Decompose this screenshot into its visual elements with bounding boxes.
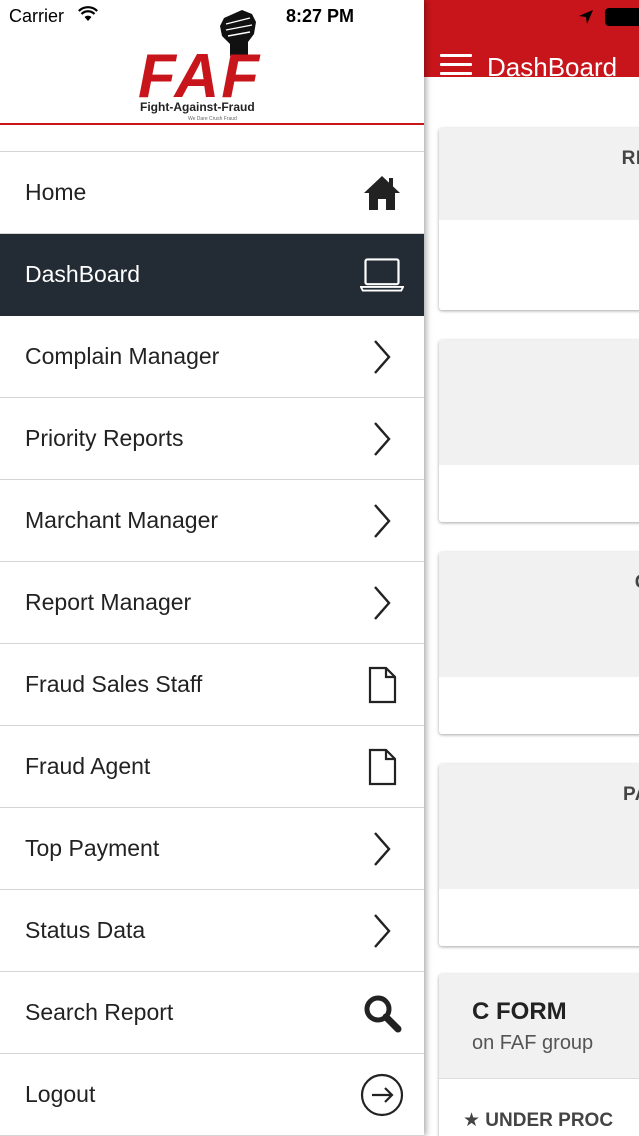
card-header: T	[439, 340, 639, 465]
chevron-right-icon	[360, 581, 404, 625]
menu-item-home[interactable]: Home	[0, 152, 424, 234]
document-icon	[360, 663, 404, 707]
menu-item-priority-reports[interactable]: Priority Reports	[0, 398, 424, 480]
menu-item-label: Fraud Sales Staff	[25, 671, 203, 697]
menu-item-label: Status Data	[25, 917, 146, 943]
menu-item-label: Fraud Agent	[25, 753, 151, 779]
menu-item-label: Priority Reports	[25, 425, 184, 451]
drawer-menu: Home DashBoard Complain Manager Priority…	[0, 152, 424, 1136]
wifi-icon	[78, 6, 98, 21]
card-title: C	[635, 572, 639, 594]
menu-item-top-payment[interactable]: Top Payment	[0, 808, 424, 890]
chevron-right-icon	[360, 417, 404, 461]
logo-divider	[0, 123, 424, 125]
cform-title: C FORM	[472, 998, 567, 1025]
main-header: DashBoard	[424, 0, 639, 82]
location-arrow-icon	[579, 10, 593, 24]
logo-text: FAF	[138, 42, 262, 111]
cform-subtitle: on FAF group	[472, 1032, 594, 1054]
hamburger-menu-button[interactable]	[440, 54, 472, 76]
clock: 8:27 PM	[286, 6, 355, 26]
carrier-label: Carrier	[9, 6, 65, 26]
chevron-right-icon	[360, 335, 404, 379]
status-bar-right	[577, 6, 639, 28]
dashboard-card[interactable]: PA	[439, 764, 639, 946]
card-header: PA	[439, 764, 639, 889]
menu-item-label: DashBoard	[25, 261, 141, 287]
card-header: C	[439, 552, 639, 677]
dashboard-card[interactable]: C	[439, 552, 639, 734]
menu-item-label: Home	[25, 179, 87, 205]
menu-item-search-report[interactable]: Search Report	[0, 972, 424, 1054]
card-header: RE	[439, 128, 639, 220]
search-icon	[360, 991, 404, 1035]
card-title: RE	[621, 148, 639, 169]
chevron-right-icon	[360, 827, 404, 871]
menu-item-fraud-agent[interactable]: Fraud Agent	[0, 726, 424, 808]
logout-icon	[360, 1073, 404, 1117]
logo-small-text: We Dare Crush Fraud	[188, 116, 237, 122]
menu-item-label: Complain Manager	[25, 343, 220, 369]
cform-status: ★ UNDER PROC	[463, 1110, 614, 1131]
card-title: PA	[623, 784, 639, 805]
faf-logo: FAF Fight-Against-Fraud We Dare Crush Fr…	[134, 8, 290, 124]
menu-item-logout[interactable]: Logout	[0, 1054, 424, 1136]
menu-item-status-data[interactable]: Status Data	[0, 890, 424, 972]
menu-item-label: Report Manager	[25, 589, 192, 615]
laptop-icon	[360, 253, 404, 297]
cform-card[interactable]: C FORM on FAF group ★ UNDER PROC	[439, 974, 639, 1136]
navigation-drawer: Carrier 8:27 PM FAF Fight-Against-Fraud …	[0, 0, 424, 1136]
main-panel: DashBoard RE T C PA C FORM on FAF group …	[424, 0, 639, 1136]
menu-item-report-manager[interactable]: Report Manager	[0, 562, 424, 644]
menu-item-label: Marchant Manager	[25, 507, 219, 533]
battery-icon	[605, 8, 639, 26]
logo-tagline: Fight-Against-Fraud	[140, 100, 255, 114]
menu-item-label: Logout	[25, 1081, 96, 1107]
home-icon	[360, 171, 404, 215]
cform-body: ★ UNDER PROC	[439, 1078, 639, 1136]
dashboard-card[interactable]: RE	[439, 128, 639, 310]
menu-item-dashboard[interactable]: DashBoard	[0, 234, 424, 316]
page-title: DashBoard	[487, 52, 618, 82]
menu-item-fraud-sales-staff[interactable]: Fraud Sales Staff	[0, 644, 424, 726]
menu-item-marchant-manager[interactable]: Marchant Manager	[0, 480, 424, 562]
menu-item-complain-manager[interactable]: Complain Manager	[0, 316, 424, 398]
chevron-right-icon	[360, 499, 404, 543]
dashboard-card[interactable]: T	[439, 340, 639, 522]
chevron-right-icon	[360, 909, 404, 953]
menu-item-label: Search Report	[25, 999, 174, 1025]
menu-item-label: Top Payment	[25, 835, 160, 861]
document-icon	[360, 745, 404, 789]
